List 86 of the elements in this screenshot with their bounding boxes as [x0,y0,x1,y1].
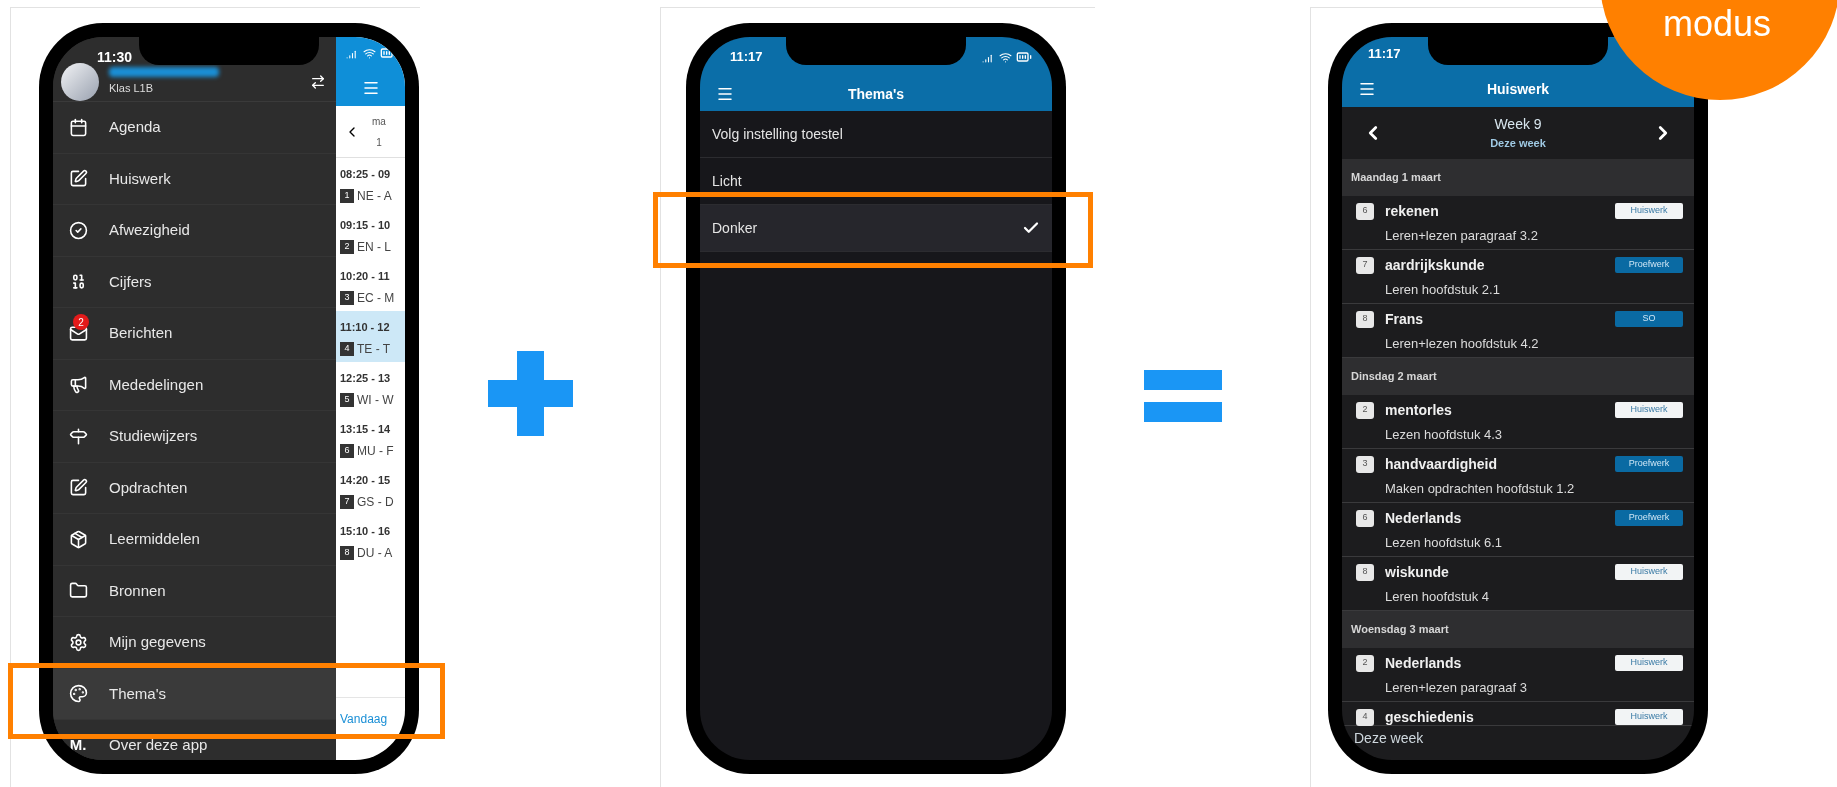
homework-item[interactable]: 4 geschiedenis Huiswerk [1342,702,1694,726]
user-class: Klas L1B [109,81,155,97]
hour-number: 7 [340,494,354,509]
homework-description: Leren+lezen hoofdstuk 4.2 [1385,335,1540,353]
hour-number: 6 [1356,202,1374,220]
homework-description: Lezen hoofdstuk 4.3 [1385,426,1504,444]
homework-type-tag: Huiswerk [1615,655,1683,671]
subject-name: Frans [1385,309,1424,329]
homework-item[interactable]: 2 mentorles Huiswerk Lezen hoofdstuk 4.3 [1342,395,1694,449]
hour-number: 8 [1356,563,1374,581]
hour-number: 8 [340,545,354,560]
lesson-subject: EN - L [357,238,391,256]
hour-number: 6 [1356,509,1374,527]
lesson-time: 08:25 - 09 [340,167,392,182]
day-header: Dinsdag 2 maart [1342,358,1694,395]
hour-number: 7 [1356,256,1374,274]
homework-description: Leren+lezen paragraaf 3 [1385,679,1529,697]
lesson-time: 14:20 - 15 [340,473,392,488]
menu-item[interactable]: Thema's [53,668,336,720]
hour-number: 4 [340,341,354,356]
homework-type-tag: SO [1615,311,1683,327]
hour-number: 2 [1356,654,1374,672]
subject-name: geschiedenis [1385,707,1474,727]
today-link[interactable]: Vandaag [340,712,388,726]
theme-option[interactable]: Donker [700,205,1052,252]
lesson-time: 15:10 - 16 [340,524,392,539]
homework-type-tag: Proefwerk [1615,456,1683,472]
status-time: 11:30 [97,49,133,65]
homework-type-tag: Huiswerk [1615,203,1683,219]
lesson-time: 09:15 - 10 [340,218,392,233]
screen-title: Huiswerk [1486,79,1550,99]
hour-number: 1 [340,188,354,203]
week-label: Deze week [1490,136,1546,152]
lesson-subject: EC - M [357,289,395,307]
logo-mark: M. [69,735,87,755]
homework-item[interactable]: 2 Nederlands Huiswerk Leren+lezen paragraaf 3 [1342,648,1694,702]
hour-number: 2 [340,239,354,254]
homework-type-tag: Proefwerk [1615,257,1683,273]
hour-number: 2 [1356,401,1374,419]
footer-link[interactable]: Deze week [1354,730,1424,746]
subject-name: wiskunde [1385,562,1449,582]
subject-name: Nederlands [1385,508,1462,528]
day-label: ma [372,114,386,129]
lesson-subject: GS - D [357,493,394,511]
homework-description: Leren+lezen paragraaf 3.2 [1385,227,1539,245]
homework-item[interactable]: 6 Nederlands Proefwerk Lezen hoofdstuk 6.1 [1342,503,1694,557]
lesson-subject: TE - T [357,340,391,358]
hour-number: 8 [1356,310,1374,328]
status-time: 11:17 [1368,45,1401,64]
hour-number: 4 [1356,708,1374,726]
day-header: Woensdag 3 maart [1342,611,1694,648]
hour-number: 3 [1356,455,1374,473]
day-header: Maandag 1 maart [1342,159,1694,196]
lesson-time: 10:20 - 11 [340,269,391,284]
week-number: Week 9 [1494,115,1542,135]
lesson-time: 11:10 - 12 [340,320,391,335]
homework-description: Leren hoofdstuk 2.1 [1385,281,1501,299]
homework-type-tag: Proefwerk [1615,510,1683,526]
lesson-subject: MU - F [357,442,394,460]
lesson-subject: DU - A [357,544,393,562]
status-time: 11:17 [730,48,763,67]
homework-type-tag: Huiswerk [1615,402,1683,418]
hour-number: 5 [340,392,354,407]
homework-type-tag: Huiswerk [1615,564,1683,580]
hour-number: 6 [340,443,354,458]
homework-description: Lezen hoofdstuk 6.1 [1385,534,1504,552]
unread-count: 2 [73,314,89,331]
lesson-row[interactable]: 11:10 - 12 4 TE - T [336,311,405,362]
subject-name: rekenen [1385,201,1439,221]
homework-description: Leren hoofdstuk 4 [1385,588,1491,606]
subject-name: handvaardigheid [1385,454,1498,474]
homework-item[interactable]: 6 rekenen Huiswerk Leren+lezen paragraaf 3.2 [1342,196,1694,250]
hour-number: 3 [340,290,354,305]
lesson-time: 12:25 - 13 [340,371,392,386]
subject-name: aardrijkskunde [1385,255,1485,275]
lesson-subject: NE - A [357,187,392,205]
date-label: 1 [376,135,382,150]
screen-title: Thema's [847,84,905,104]
subject-name: Nederlands [1385,653,1462,673]
homework-item[interactable]: 3 handvaardigheid Proefwerk Maken opdrachten hoofdstuk 1.2 [1342,449,1694,503]
homework-item[interactable]: 7 aardrijkskunde Proefwerk Leren hoofdstuk 2.1 [1342,250,1694,304]
lesson-time: 13:15 - 14 [340,422,392,437]
lesson-subject: WI - W [357,391,394,409]
subject-name: mentorles [1385,400,1452,420]
homework-description: Maken opdrachten hoofdstuk 1.2 [1385,480,1576,498]
homework-type-tag: Huiswerk [1615,709,1683,725]
